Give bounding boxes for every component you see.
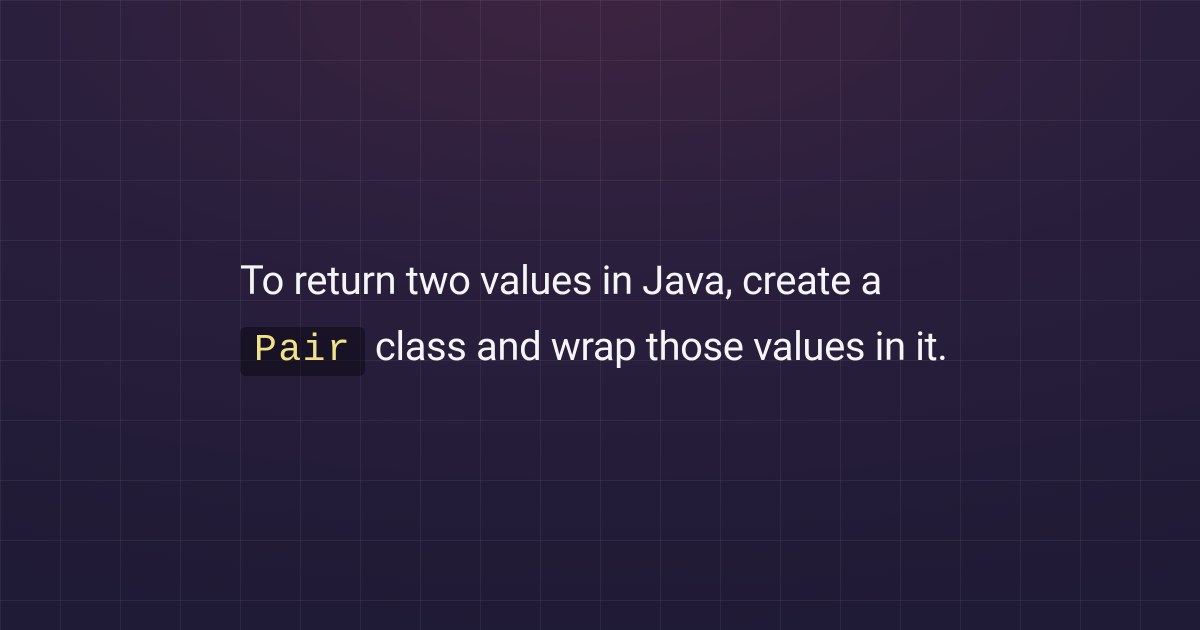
card-canvas: To return two values in Java, create a P… — [0, 0, 1200, 630]
text-before-code: To return two values in Java, create a — [240, 257, 882, 304]
inline-code: Pair — [240, 327, 365, 376]
card-text: To return two values in Java, create a P… — [120, 248, 1080, 383]
text-after-code: class and wrap those values in it. — [375, 323, 948, 370]
